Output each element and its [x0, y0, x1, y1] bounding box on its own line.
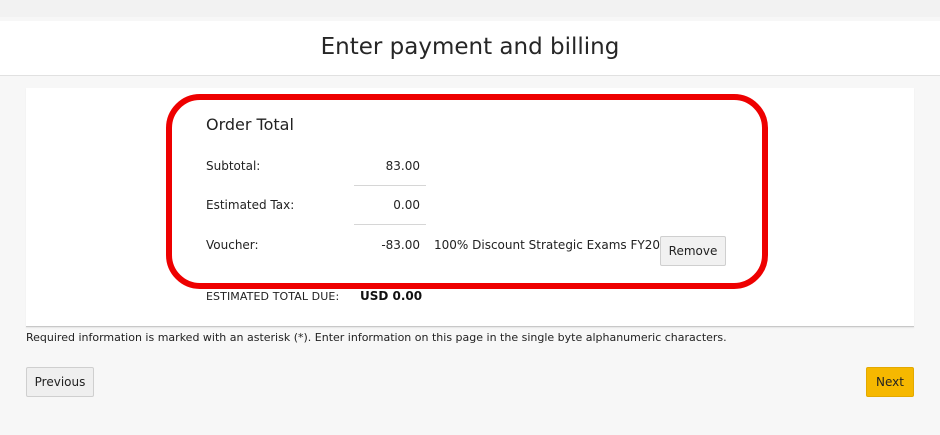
voucher-label: Voucher:: [206, 238, 259, 252]
estimated-tax-value: 0.00: [393, 198, 420, 212]
voucher-description: 100% Discount Strategic Exams FY20: [434, 238, 660, 252]
page-header: Enter payment and billing: [0, 21, 940, 76]
row-divider: [354, 185, 426, 186]
voucher-value: -83.00: [381, 238, 420, 252]
remove-voucher-button[interactable]: Remove: [660, 236, 726, 266]
estimated-total-label: ESTIMATED TOTAL DUE:: [206, 290, 340, 303]
order-summary-card: [26, 88, 914, 327]
page-title: Enter payment and billing: [320, 34, 620, 60]
row-divider: [354, 224, 426, 225]
order-total-heading: Order Total: [206, 115, 294, 134]
top-strip: [0, 0, 940, 17]
next-button[interactable]: Next: [866, 367, 914, 397]
subtotal-label: Subtotal:: [206, 159, 261, 173]
subtotal-value: 83.00: [385, 159, 420, 173]
required-info-note: Required information is marked with an a…: [26, 331, 727, 344]
previous-button[interactable]: Previous: [26, 367, 94, 397]
estimated-tax-label: Estimated Tax:: [206, 198, 295, 212]
estimated-total-value: USD 0.00: [360, 289, 423, 303]
